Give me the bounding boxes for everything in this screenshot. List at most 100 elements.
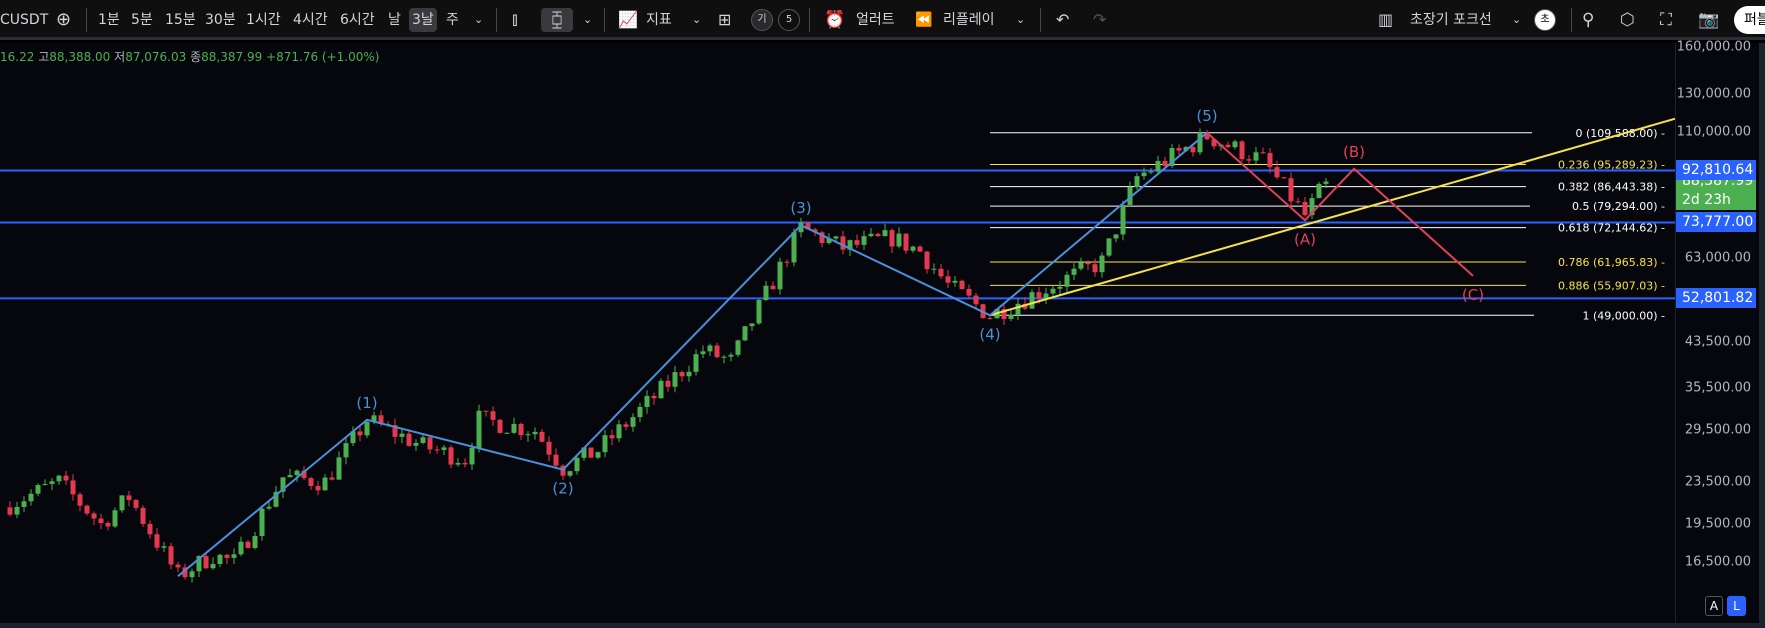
interval-4h[interactable]: 4시간 xyxy=(293,8,328,32)
candle-body xyxy=(756,299,762,324)
candle-body xyxy=(238,541,244,555)
price-tick: 160,000.00 xyxy=(1676,39,1751,55)
candle-body xyxy=(70,480,76,495)
undo-icon[interactable]: ↶ xyxy=(1056,8,1069,32)
price-axis[interactable]: 160,000.00 130,000.00 110,000.00 63,000.00 4… xyxy=(1675,39,1759,623)
layout-badge[interactable]: 초 xyxy=(1534,9,1556,31)
indicators-icon[interactable]: 📈 xyxy=(618,8,638,32)
interval-3d[interactable]: 3날 xyxy=(409,8,437,32)
candle-body xyxy=(1323,181,1329,184)
candle-body xyxy=(1295,201,1301,203)
candle-body xyxy=(658,380,664,399)
ohlc-legend: 16.22 고88,388.00 저87,076.03 종88,387.99 +… xyxy=(0,48,379,65)
interval-1d[interactable]: 날 xyxy=(388,8,401,32)
chart-pane[interactable]: 0 (109,588.00) - 0.236 (95,289.23) - 0.382… xyxy=(0,43,1675,623)
candle-body xyxy=(903,233,909,251)
candle-body xyxy=(56,475,62,482)
alarm-clock-icon[interactable]: ⏰ xyxy=(824,8,845,32)
layout-badge[interactable]: 5 xyxy=(778,9,800,31)
candle-chart-icon[interactable]: ⧮ xyxy=(541,8,573,32)
candle-body xyxy=(266,506,272,509)
candle-body xyxy=(98,518,104,523)
candle-body xyxy=(1302,202,1308,216)
candle-body xyxy=(469,447,475,465)
interval-15m[interactable]: 15분 xyxy=(165,8,196,32)
settings-icon[interactable]: ⬡ xyxy=(1620,8,1635,32)
layout-grid-icon[interactable]: ⊞ xyxy=(718,8,731,32)
elliott-wave-label: (1) xyxy=(356,394,377,412)
replay-icon[interactable]: ⏪ xyxy=(915,8,932,32)
legend-change: +871.76 (+1.00%) xyxy=(266,50,380,64)
candle-body xyxy=(1015,303,1021,315)
camera-icon[interactable]: 📷 xyxy=(1698,8,1719,32)
candle-body xyxy=(770,285,776,290)
chart-canvas[interactable]: 0 (109,588.00) - 0.236 (95,289.23) - 0.382… xyxy=(0,43,1675,623)
candle-body xyxy=(224,554,230,558)
candle-body xyxy=(588,447,594,458)
candle-body xyxy=(700,351,706,355)
quick-search-icon[interactable]: ⚲ xyxy=(1582,8,1594,32)
redo-icon[interactable]: ↷ xyxy=(1093,8,1106,32)
candle-body xyxy=(84,505,90,514)
candle-body xyxy=(1155,160,1161,172)
elliott-wave-label: (4) xyxy=(979,325,1000,343)
candle-body xyxy=(973,295,979,305)
candle-body xyxy=(1120,204,1126,235)
candle-body xyxy=(203,556,209,569)
layout-name[interactable]: 초장기 포크선 xyxy=(1410,8,1492,32)
bar-chart-icon[interactable]: ⫾ xyxy=(512,8,518,32)
candle-body xyxy=(1085,262,1091,265)
chevron-down-icon[interactable]: ⌄ xyxy=(692,8,701,32)
candle-body xyxy=(462,462,468,465)
candle-body xyxy=(1148,171,1154,173)
log-scale-button[interactable]: L xyxy=(1727,596,1746,616)
symbol-name[interactable]: CUSDT xyxy=(0,8,48,32)
horizontal-line-price-badge: 73,777.00 xyxy=(1676,212,1756,233)
correction-wave-label: (B) xyxy=(1343,143,1365,161)
publish-button[interactable]: 퍼블 xyxy=(1734,6,1765,34)
interval-30m[interactable]: 30분 xyxy=(205,8,236,32)
layout-columns-icon[interactable]: ▥ xyxy=(1378,8,1393,32)
candle-body xyxy=(875,233,881,237)
layout-badge[interactable]: 기 xyxy=(751,9,773,31)
candle-body xyxy=(483,410,489,412)
interval-1h[interactable]: 1시간 xyxy=(246,8,281,32)
interval-1m[interactable]: 1분 xyxy=(98,8,120,32)
interval-5m[interactable]: 5분 xyxy=(131,8,153,32)
fib-level-label: 0.382 (86,443.38) - xyxy=(1558,181,1665,194)
candle-body xyxy=(672,372,678,387)
chevron-down-icon[interactable]: ⌄ xyxy=(583,8,592,32)
candle-body xyxy=(308,478,314,486)
candle-body xyxy=(945,276,951,283)
elliott-wave-label: (5) xyxy=(1196,107,1217,125)
candle-body xyxy=(763,285,769,300)
candle-body xyxy=(861,236,867,245)
fullscreen-icon[interactable]: ⛶ xyxy=(1660,8,1672,32)
alert-button[interactable]: 얼러트 xyxy=(856,8,895,32)
chevron-down-icon[interactable]: ⌄ xyxy=(1512,8,1521,32)
candle-body xyxy=(245,541,251,548)
candle-body xyxy=(840,236,846,250)
interval-1w[interactable]: 주 xyxy=(446,8,459,32)
indicators-button[interactable]: 지표 xyxy=(646,8,672,32)
candle-body xyxy=(210,564,216,569)
chevron-down-icon[interactable]: ⌄ xyxy=(1016,8,1025,32)
candle-body xyxy=(497,419,503,433)
auto-scale-button[interactable]: A xyxy=(1705,596,1723,616)
candle-body xyxy=(833,236,839,239)
candle-body xyxy=(952,280,958,283)
candle-body xyxy=(644,395,650,407)
candle-body xyxy=(1092,264,1098,273)
candle-body xyxy=(119,495,125,511)
interval-6h[interactable]: 6시간 xyxy=(340,8,375,32)
candle-body xyxy=(399,433,405,437)
fib-level-label: 0.236 (95,289.23) - xyxy=(1558,158,1665,171)
replay-button[interactable]: 리플레이 xyxy=(943,8,995,32)
price-tick: 23,500.00 xyxy=(1684,474,1751,490)
candle-body xyxy=(504,432,510,434)
candle-body xyxy=(336,457,342,480)
candle-body xyxy=(168,546,174,565)
add-symbol-icon[interactable]: ⊕ xyxy=(56,8,71,32)
chevron-down-icon[interactable]: ⌄ xyxy=(474,8,483,32)
candle-body xyxy=(1050,288,1056,294)
